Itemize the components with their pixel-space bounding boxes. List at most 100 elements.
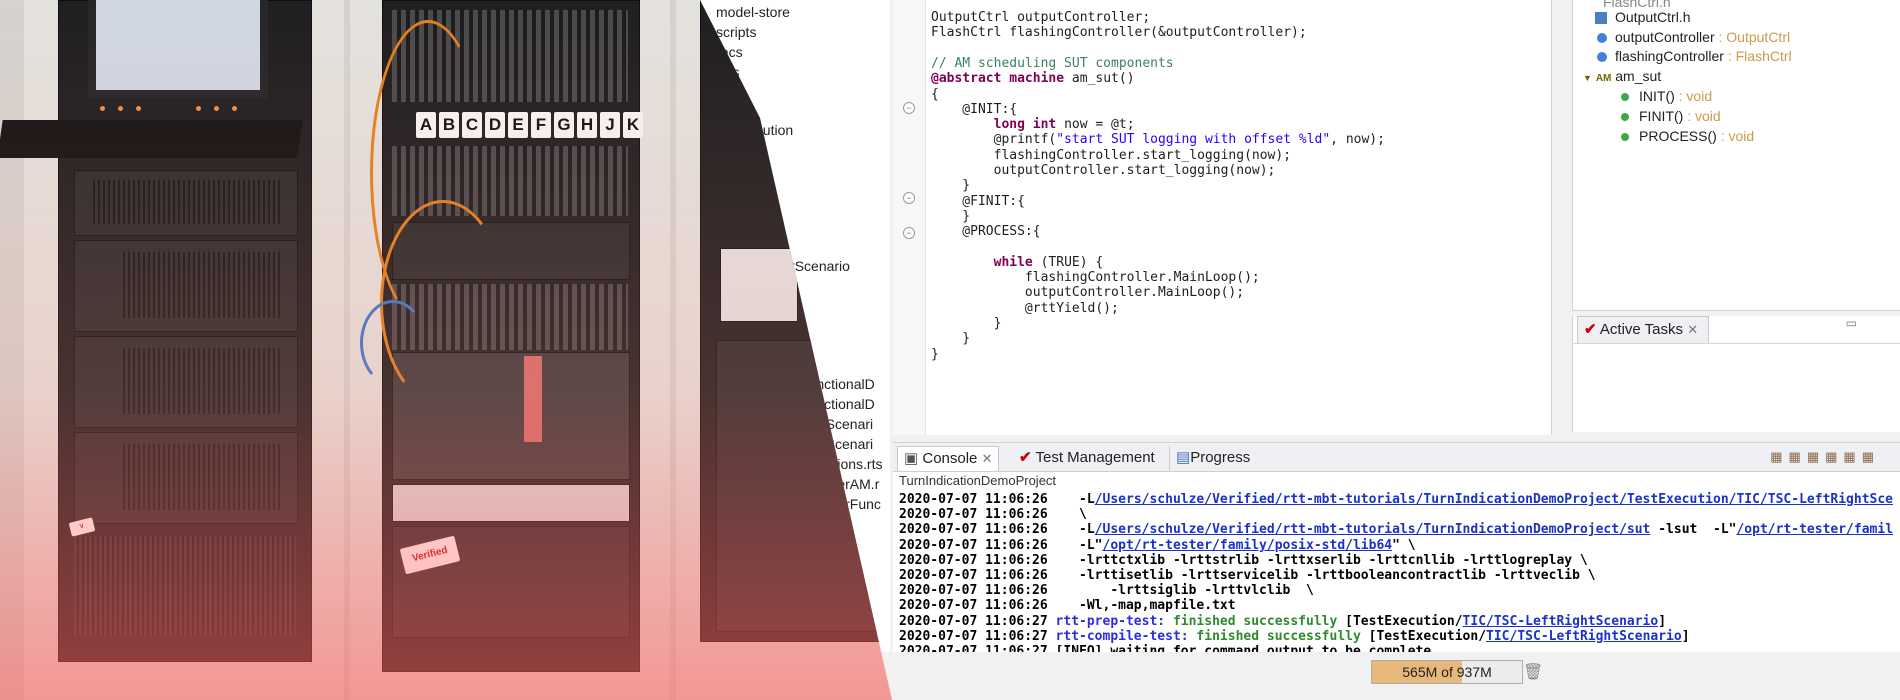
code-line[interactable]: // AM scheduling SUT components [931, 56, 1174, 71]
console-tab-bar: ▣ Console ✕ ✔ Test Management ▤Progress … [893, 443, 1900, 472]
console-text: [TestExecution/ [1337, 613, 1463, 629]
console-icon: ▣ [904, 450, 919, 467]
outline-field[interactable]: flashingController : FlashCtrl [1597, 48, 1792, 64]
console-text: ] [1681, 628, 1690, 644]
field-icon [1597, 52, 1607, 63]
tree-item[interactable]: model-store [716, 4, 790, 20]
fold-icon[interactable]: − [903, 192, 915, 204]
active-tasks-body [1573, 343, 1900, 432]
task-check-icon: ✔ [1584, 321, 1597, 338]
code-line[interactable]: @FINIT:{ [931, 194, 1025, 209]
code-line[interactable]: @abstract machine am_sut() [931, 71, 1135, 86]
code-line[interactable]: } [931, 209, 970, 224]
code-line[interactable]: @INIT:{ [931, 102, 1017, 117]
field-icon [1597, 33, 1607, 44]
console-link[interactable]: /Users/schulze/Verified/rtt-mbt-tutorial… [1095, 492, 1893, 507]
console-text: -L" [1047, 537, 1103, 553]
console-line: 2020-07-07 11:06:27 rtt-compile-test: fi… [899, 629, 1690, 644]
console-text: -lrttsiglib -lrttvlclib \ [1047, 583, 1314, 599]
code-editor[interactable]: − − − OutputCtrl outputController; FlashC… [893, 0, 1552, 435]
code-line[interactable]: } [931, 347, 939, 362]
code-line[interactable]: while (TRUE) { [931, 255, 1104, 270]
open-console-icon[interactable]: ▦ [1862, 449, 1880, 464]
clear-console-icon[interactable]: ▦ [1770, 449, 1788, 464]
code-line[interactable]: } [931, 331, 970, 346]
outline-field[interactable]: outputController : OutputCtrl [1597, 29, 1790, 45]
console-text: rtt-compile-test: [1047, 628, 1189, 644]
tab-progress[interactable]: ▤Progress [1169, 446, 1256, 470]
console-line: 2020-07-07 11:06:26 -L/Users/schulze/Ver… [899, 522, 1893, 537]
pin-console-icon[interactable]: ▦ [1825, 449, 1843, 464]
console-text: -lrttctxlib -lrttstrlib -lrttxserlib -lr… [1047, 552, 1588, 568]
panel-letter: D [485, 112, 505, 138]
outline-item[interactable]: OutputCtrl.h [1595, 9, 1690, 25]
console-line: 2020-07-07 11:06:26 -Wl,-map,mapfile.txt [899, 598, 1236, 613]
led [196, 106, 201, 111]
panel-letter: J [600, 112, 620, 138]
vent-grill [120, 252, 280, 318]
tab-test-management[interactable]: ✔ Test Management [1013, 446, 1161, 470]
console-text: finished successfully [1165, 613, 1338, 629]
minimize-icon[interactable]: ▭ [1846, 316, 1857, 330]
method-icon [1621, 133, 1629, 142]
outline-machine[interactable]: ▼ AM am_sut [1583, 68, 1661, 84]
code-line[interactable]: FlashCtrl flashingController(&outputCont… [931, 25, 1307, 40]
code-line[interactable]: } [931, 316, 1002, 331]
outline-view: FlashCtrl.h OutputCtrl.h outputControlle… [1572, 0, 1900, 311]
panel-letter: H [577, 112, 597, 138]
heap-status[interactable]: 565M of 937M [1371, 660, 1523, 684]
console-timestamp: 2020-07-07 11:06:26 [899, 583, 1048, 599]
tab-active-tasks[interactable]: ✔ Active Tasks ✕ [1577, 316, 1710, 343]
code-line[interactable]: { [931, 87, 939, 102]
code-line[interactable]: @printf("start SUT logging with offset %… [931, 132, 1385, 147]
display-console-icon[interactable]: ▦ [1843, 449, 1861, 464]
code-line[interactable]: OutputCtrl outputController; [931, 10, 1150, 25]
console-toolbar[interactable]: ▦▦▦▦▦▦ [1770, 449, 1880, 465]
close-icon[interactable]: ✕ [982, 451, 993, 466]
panel-letter: G [554, 112, 574, 138]
led [118, 106, 123, 111]
trash-icon[interactable]: 🗑 [1523, 662, 1543, 682]
code-line[interactable]: outputController.MainLoop(); [931, 285, 1244, 300]
console-link[interactable]: TIC/TSC-LeftRightScenario [1463, 614, 1659, 629]
editor-ruler: − − − [893, 0, 926, 435]
console-text: finished successfully [1188, 628, 1361, 644]
code-line[interactable]: } [931, 178, 970, 193]
console-link[interactable]: /Users/schulze/Verified/rtt-mbt-tutorial… [1095, 522, 1651, 537]
console-link[interactable]: /opt/rt-tester/famil [1736, 522, 1893, 537]
rack-shelf [392, 484, 630, 522]
led [214, 106, 219, 111]
console-link[interactable]: TIC/TSC-LeftRightScenario [1486, 629, 1682, 644]
led [136, 106, 141, 111]
vent-grill [90, 180, 280, 224]
console-link[interactable]: /opt/rt-tester/family/posix-std/lib64 [1103, 538, 1393, 553]
outline-method[interactable]: FINIT() : void [1621, 108, 1721, 124]
code-line[interactable]: flashingController.start_logging(now); [931, 148, 1291, 163]
outline-method[interactable]: INIT() : void [1621, 88, 1712, 104]
code-line[interactable]: @rttYield(); [931, 301, 1119, 316]
scroll-lock-icon[interactable]: ▦ [1789, 449, 1807, 464]
code-line[interactable]: long int now = @t; [931, 117, 1135, 132]
word-wrap-icon[interactable]: ▦ [1807, 449, 1825, 464]
console-line: 2020-07-07 11:06:26 -lrttctxlib -lrttstr… [899, 553, 1588, 568]
keyboard-tray [0, 120, 303, 158]
console-text: ] [1658, 613, 1667, 629]
fold-icon[interactable]: − [903, 102, 915, 114]
code-line[interactable]: flashingController.MainLoop(); [931, 270, 1260, 285]
method-icon [1621, 93, 1629, 102]
vent-grill [120, 348, 280, 414]
console-text: [TestExecution/ [1360, 628, 1487, 644]
expand-triangle-icon[interactable]: ▼ [1583, 73, 1592, 83]
tab-console[interactable]: ▣ Console ✕ [897, 446, 1000, 471]
console-timestamp: 2020-07-07 11:06:26 [899, 507, 1048, 523]
fold-icon[interactable]: − [903, 227, 915, 239]
vent-grill [74, 536, 296, 636]
code-line[interactable]: outputController.start_logging(now); [931, 163, 1276, 178]
code-line[interactable]: @PROCESS:{ [931, 224, 1040, 239]
abstract-machine-icon: AM [1595, 73, 1612, 84]
console-line: 2020-07-07 11:06:26 -lrttsiglib -lrttvlc… [899, 583, 1314, 598]
console-text: -lrttisetlib -lrttservicelib -lrttboolea… [1047, 568, 1596, 583]
close-icon[interactable]: ✕ [1687, 322, 1698, 337]
outline-method[interactable]: PROCESS() : void [1621, 128, 1754, 144]
tree-item[interactable]: scripts [716, 24, 756, 40]
